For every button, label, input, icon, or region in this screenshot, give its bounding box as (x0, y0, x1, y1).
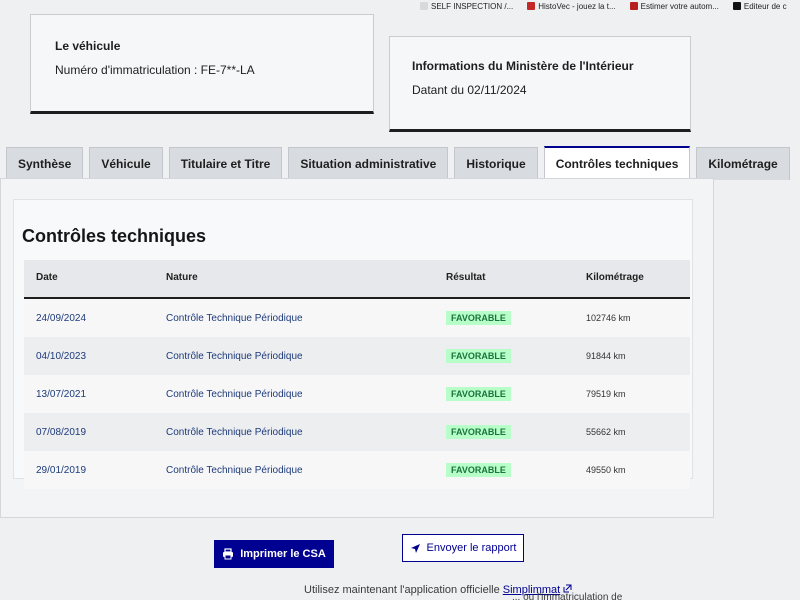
send-icon (410, 543, 420, 553)
row-km: 91844 km (586, 351, 626, 361)
row-nature: Contrôle Technique Périodique (166, 388, 303, 400)
controls-table: Date Nature Résultat Kilométrage 24/09/2… (24, 260, 690, 489)
row-date: 29/01/2019 (36, 464, 87, 476)
tab-kilometrage[interactable]: Kilométrage (696, 147, 790, 180)
tab-controles-techniques[interactable]: Contrôles techniques (543, 146, 691, 180)
printer-icon (223, 548, 234, 560)
status-badge: FAVORABLE (446, 425, 511, 439)
tab-historique[interactable]: Historique (454, 147, 538, 180)
table-row: 29/01/2019 Contrôle Technique Périodique… (24, 451, 690, 489)
bookmark-favicon-icon (527, 2, 536, 10)
ministry-card: Informations du Ministère de l'Intérieur… (389, 36, 691, 132)
row-result: FAVORABLE (434, 375, 574, 413)
bookmark-item[interactable]: Editeur de c (732, 1, 787, 11)
row-nature: Contrôle Technique Périodique (166, 464, 303, 476)
bookmarks-bar: SELF INSPECTION /... HistoVec - jouez la … (420, 0, 800, 12)
table-row: 07/08/2019 Contrôle Technique Périodique… (24, 413, 690, 451)
tab-panel: Contrôles techniques Date Nature Résulta… (0, 178, 714, 518)
row-date: 13/07/2021 (36, 388, 87, 400)
send-report-label: Envoyer le rapport (426, 542, 517, 554)
row-km: 79519 km (586, 389, 626, 399)
bookmark-favicon-icon (732, 2, 741, 10)
bookmark-label: Estimer votre autom... (640, 1, 719, 11)
row-result: FAVORABLE (434, 451, 574, 489)
plate-number: Numéro d'immatriculation : FE-7**-LA (55, 63, 255, 77)
status-badge: FAVORABLE (446, 311, 511, 325)
col-result: Résultat (446, 272, 486, 283)
row-date: 07/08/2019 (36, 426, 87, 438)
row-date: 04/10/2023 (36, 350, 87, 362)
row-date: 24/09/2024 (36, 312, 87, 324)
row-result: FAVORABLE (434, 337, 574, 375)
print-csa-label: Imprimer le CSA (240, 548, 326, 560)
footer-line2: ... ou l'immatriculation de (512, 592, 623, 600)
vehicle-card-title: Le véhicule (55, 39, 121, 53)
ministry-card-title: Informations du Ministère de l'Intérieur (412, 59, 634, 73)
col-nature: Nature (166, 272, 198, 283)
table-header-row: Date Nature Résultat Kilométrage (24, 260, 690, 298)
bookmark-label: HistoVec - jouez la t... (538, 1, 616, 11)
status-badge: FAVORABLE (446, 463, 511, 477)
col-km: Kilométrage (586, 272, 644, 283)
vehicle-card: Le véhicule Numéro d'immatriculation : F… (30, 14, 374, 114)
row-km: 102746 km (586, 313, 631, 323)
bookmark-favicon-icon (420, 2, 428, 10)
bookmark-item[interactable]: Estimer votre autom... (629, 1, 719, 11)
row-km: 55662 km (586, 427, 626, 437)
section-title: Contrôles techniques (22, 226, 207, 246)
tab-vehicule[interactable]: Véhicule (89, 147, 163, 180)
table-row: 04/10/2023 Contrôle Technique Périodique… (24, 337, 690, 375)
tab-titulaire-titre[interactable]: Titulaire et Titre (168, 147, 283, 180)
row-km: 49550 km (586, 465, 626, 475)
row-nature: Contrôle Technique Périodique (166, 350, 303, 362)
row-nature: Contrôle Technique Périodique (166, 426, 303, 438)
data-date: Datant du 02/11/2024 (412, 83, 527, 97)
bookmark-item[interactable]: SELF INSPECTION /... (420, 2, 513, 11)
col-date: Date (36, 272, 58, 283)
row-nature: Contrôle Technique Périodique (166, 312, 303, 324)
bookmark-item[interactable]: HistoVec - jouez la t... (527, 1, 616, 11)
tab-synthese[interactable]: Synthèse (6, 147, 84, 180)
status-badge: FAVORABLE (446, 349, 511, 363)
controls-section: Contrôles techniques Date Nature Résulta… (13, 199, 693, 489)
tab-situation-administrative[interactable]: Situation administrative (288, 147, 449, 180)
table-row: 13/07/2021 Contrôle Technique Périodique… (24, 375, 690, 413)
print-csa-button[interactable]: Imprimer le CSA (214, 540, 334, 568)
row-result: FAVORABLE (434, 298, 574, 337)
bookmark-label: Editeur de c (743, 1, 787, 11)
bookmark-favicon-icon (629, 2, 638, 10)
send-report-button[interactable]: Envoyer le rapport (402, 534, 524, 562)
status-badge: FAVORABLE (446, 387, 511, 401)
footer-intro: Utilisez maintenant l'application offici… (304, 584, 503, 596)
bookmark-label: SELF INSPECTION /... (431, 1, 514, 11)
tab-bar: Synthèse Véhicule Titulaire et Titre Sit… (6, 140, 800, 180)
table-row: 24/09/2024 Contrôle Technique Périodique… (24, 298, 690, 337)
row-result: FAVORABLE (434, 413, 574, 451)
